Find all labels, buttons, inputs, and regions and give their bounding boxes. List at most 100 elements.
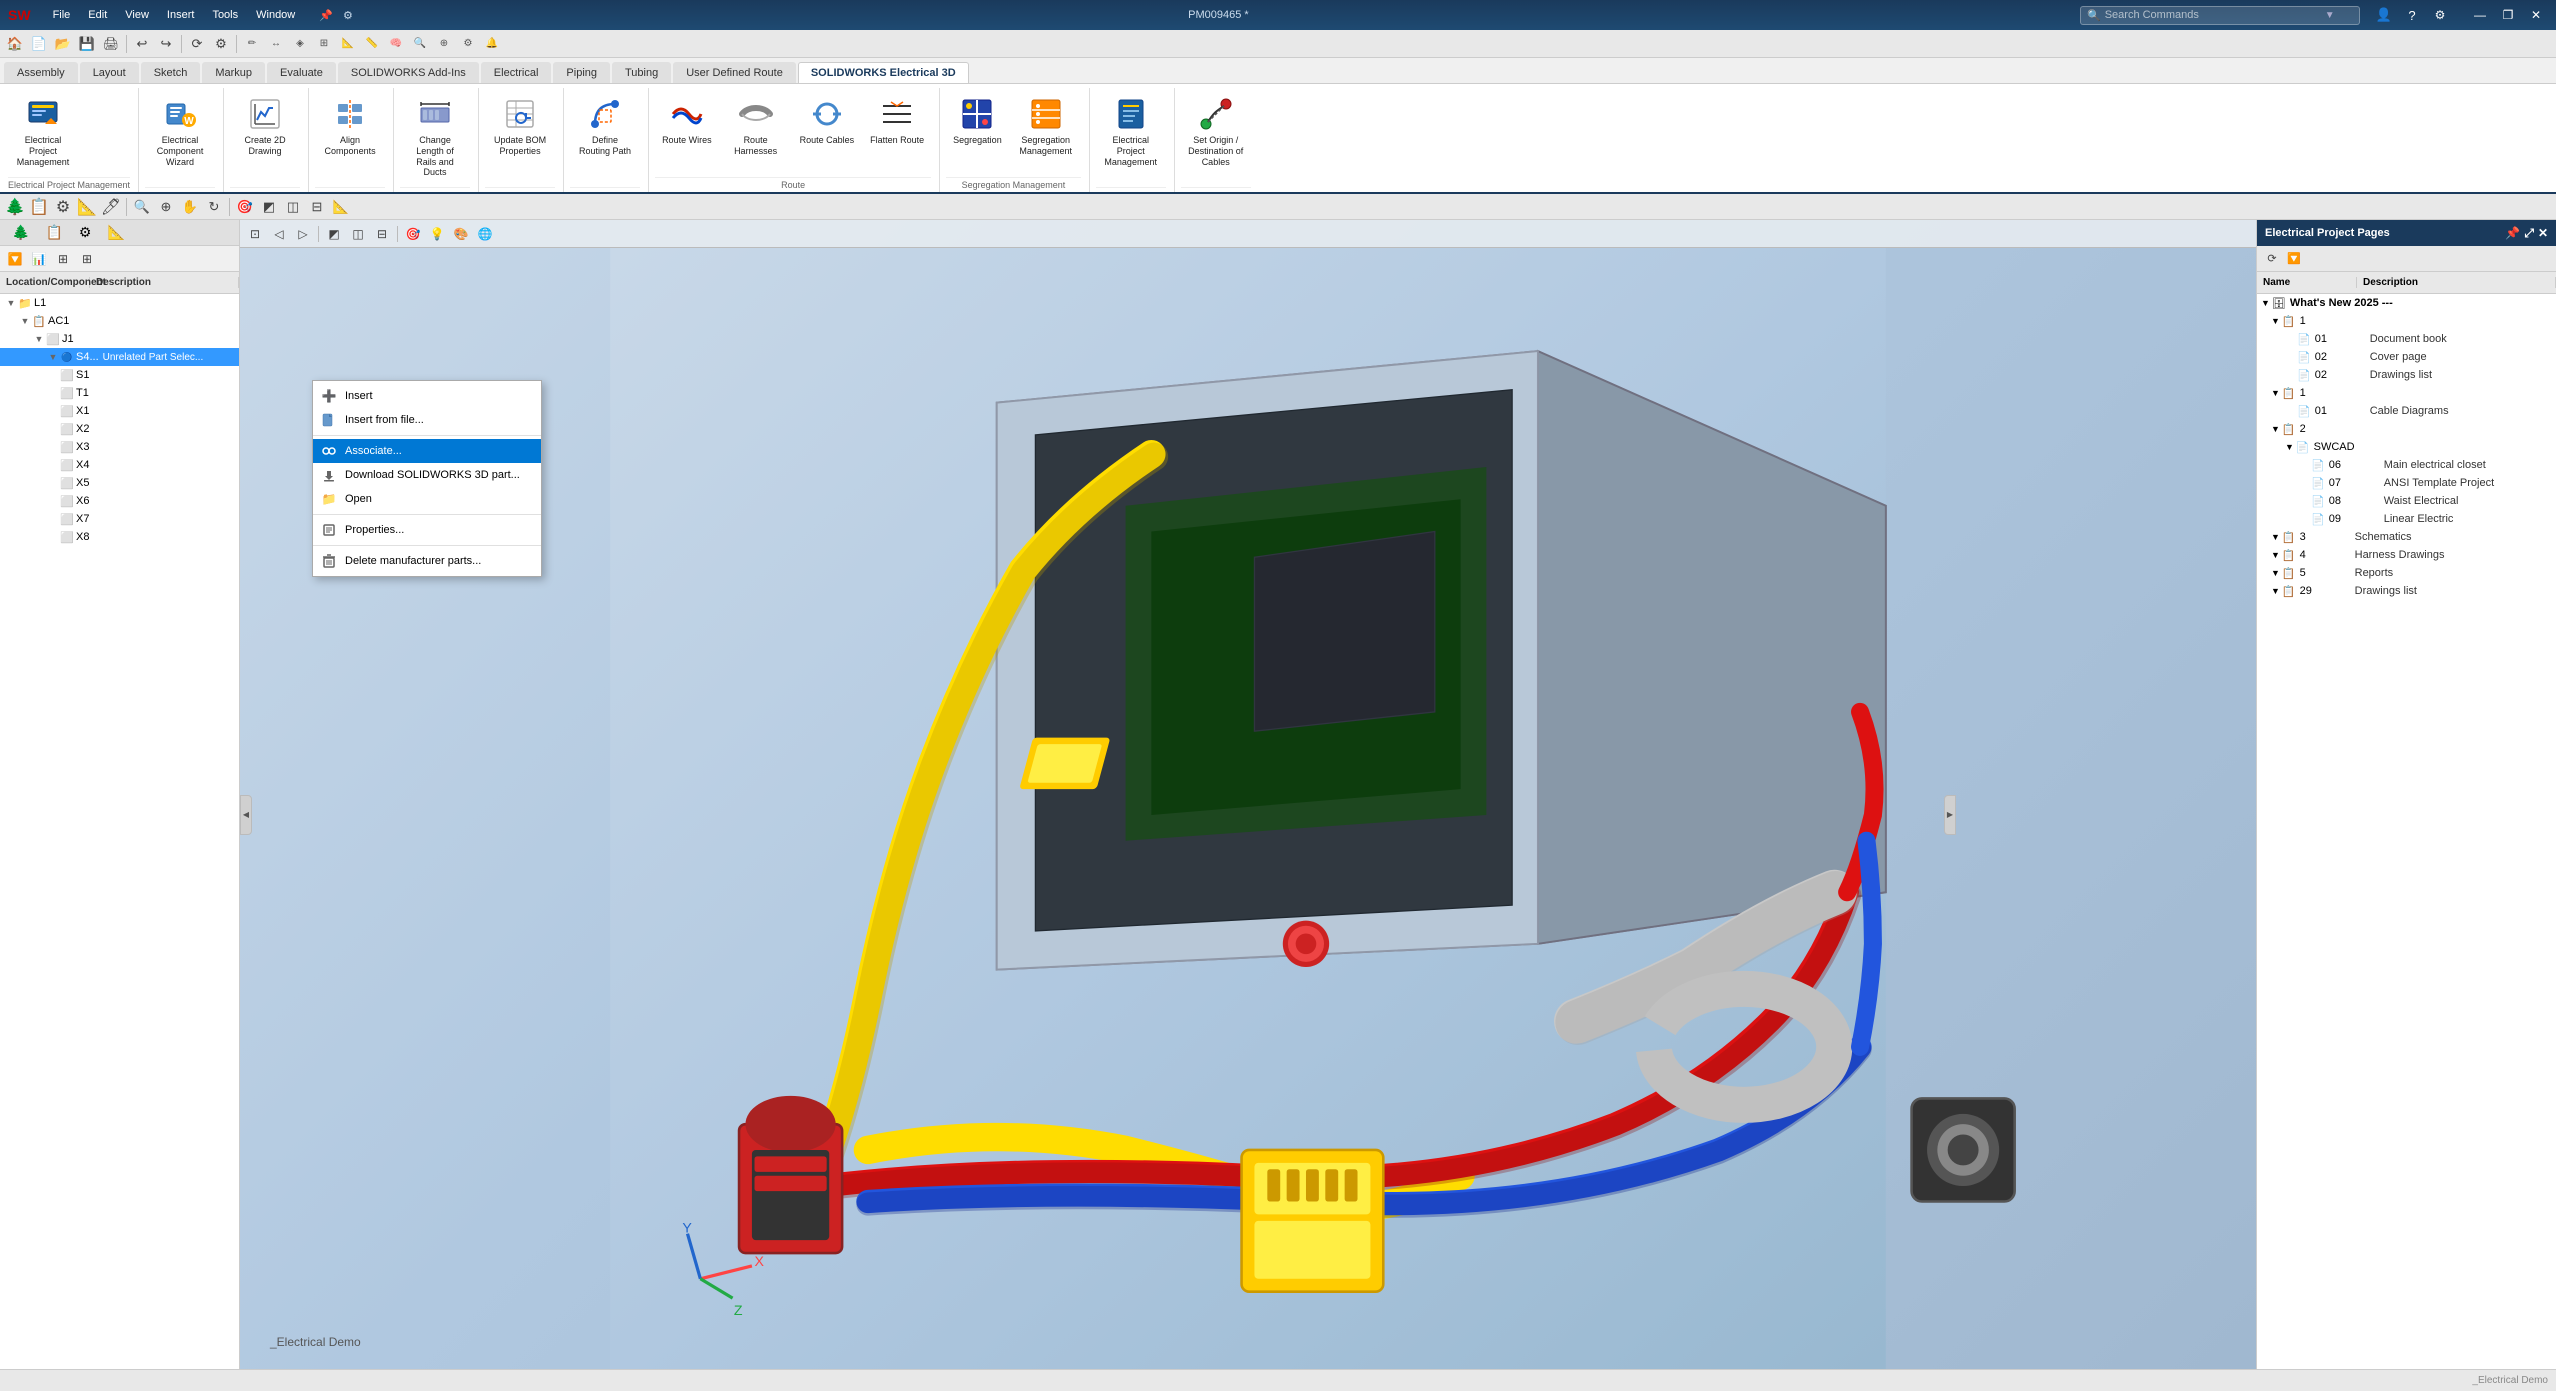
rp-item-02b[interactable]: 📄 02 Drawings list <box>2257 366 2556 384</box>
tab-assembly[interactable]: Assembly <box>4 62 78 83</box>
view-type-icon[interactable]: ⊞ <box>52 248 74 270</box>
define-routing-path-button[interactable]: Define Routing Path <box>570 92 640 161</box>
rebuild-button[interactable]: ⟳ <box>186 33 208 55</box>
search-box[interactable]: 🔍 ▼ <box>2080 6 2360 25</box>
tree-item-x5[interactable]: ⬜ X5 <box>0 474 239 492</box>
right-panel-expand-icon[interactable]: ⤢ <box>2524 226 2534 241</box>
view-sketch-icon[interactable]: 📐 <box>330 196 352 218</box>
print-button[interactable]: 🖨 <box>100 33 122 55</box>
vp-appearances[interactable]: 🎨 <box>450 223 472 245</box>
electrical-project-management-button[interactable]: Electrical Project Management <box>8 92 78 171</box>
menu-file[interactable]: File <box>45 6 79 24</box>
rp-item-09[interactable]: 📄 09 Linear Electric <box>2257 510 2556 528</box>
vp-shade[interactable]: ◩ <box>323 223 345 245</box>
expand-all-icon[interactable]: ⊞ <box>76 248 98 270</box>
collapse-right-panel-button[interactable]: ▶ <box>1944 795 1956 835</box>
rp-expand-root[interactable]: ▼ <box>2261 298 2270 308</box>
rp-item-01b[interactable]: 📄 01 Cable Diagrams <box>2257 402 2556 420</box>
right-panel-pin-icon[interactable]: 📌 <box>2505 226 2520 240</box>
home-button[interactable]: 🏠 <box>4 33 26 55</box>
rp-item-5[interactable]: ▼ 📋 5 Reports <box>2257 564 2556 582</box>
rp-expand-1a[interactable]: ▼ <box>2271 316 2280 326</box>
tree-item-x2[interactable]: ⬜ X2 <box>0 420 239 438</box>
measure-icon[interactable]: 📏 <box>361 33 383 55</box>
settings-icon[interactable]: ⚙ <box>339 7 357 24</box>
property-tab[interactable]: 📋 <box>39 222 68 243</box>
tab-evaluate[interactable]: Evaluate <box>267 62 336 83</box>
feature-manager-icon[interactable]: 🌲 <box>4 196 26 218</box>
rp-expand-2[interactable]: ▼ <box>2271 424 2280 434</box>
feature-icon[interactable]: ◈ <box>289 33 311 55</box>
vp-scene[interactable]: 🌐 <box>474 223 496 245</box>
tab-user-defined[interactable]: User Defined Route <box>673 62 796 83</box>
expand-l1[interactable]: ▼ <box>4 296 18 310</box>
dim-expert-tab[interactable]: 📐 <box>101 222 130 243</box>
expand-s4[interactable]: ▼ <box>46 350 60 364</box>
rp-refresh-icon[interactable]: ⟳ <box>2261 248 2283 270</box>
markup-view-icon[interactable]: 🖊 <box>100 196 122 218</box>
tree-item-l1[interactable]: ▼ 📁 L1 <box>0 294 239 312</box>
zoom-area-icon[interactable]: ⊕ <box>155 196 177 218</box>
undo-button[interactable]: ↩ <box>131 33 153 55</box>
vp-wire[interactable]: ◫ <box>347 223 369 245</box>
rp-item-1a[interactable]: ▼ 📋 1 <box>2257 312 2556 330</box>
tab-sketch[interactable]: Sketch <box>141 62 201 83</box>
tree-content[interactable]: ▼ 📁 L1 ▼ 📋 AC1 ▼ ⬜ J1 ▼ 🔵 S4 <box>0 294 239 1369</box>
property-manager-icon[interactable]: 📋 <box>28 196 50 218</box>
help-icon[interactable]: ? <box>2400 5 2424 25</box>
gear-qa-icon[interactable]: ⚙ <box>457 33 479 55</box>
options-icon[interactable]: ⚙ <box>2428 5 2452 25</box>
set-origin-destination-button[interactable]: Set Origin / Destination of Cables <box>1181 92 1251 171</box>
vp-section[interactable]: ⊟ <box>371 223 393 245</box>
menu-window[interactable]: Window <box>248 6 303 24</box>
search-input[interactable] <box>2105 9 2325 21</box>
rp-item-06[interactable]: 📄 06 Main electrical closet <box>2257 456 2556 474</box>
tree-item-x6[interactable]: ⬜ X6 <box>0 492 239 510</box>
rp-item-swcad[interactable]: ▼ 📄 SWCAD <box>2257 438 2556 456</box>
rp-item-1b[interactable]: ▼ 📋 1 <box>2257 384 2556 402</box>
new-button[interactable]: 📄 <box>28 33 50 55</box>
route-cables-button[interactable]: Route Cables <box>793 92 862 150</box>
vp-previous-view[interactable]: ◁ <box>268 223 290 245</box>
align-components-button[interactable]: Align Components <box>315 92 385 161</box>
ctx-download[interactable]: Download SOLIDWORKS 3D part... <box>313 463 541 487</box>
rp-expand-29[interactable]: ▼ <box>2271 586 2280 596</box>
rp-filter-icon[interactable]: 🔽 <box>2283 248 2305 270</box>
feature-tree-tab[interactable]: 🌲 <box>6 222 35 243</box>
config-manager-icon[interactable]: ⚙ <box>52 196 74 218</box>
ctx-delete[interactable]: Delete manufacturer parts... <box>313 549 541 573</box>
redo-button[interactable]: ↪ <box>155 33 177 55</box>
rp-expand-swcad[interactable]: ▼ <box>2285 442 2294 452</box>
rp-item-01a[interactable]: 📄 01 Document book <box>2257 330 2556 348</box>
vp-lights[interactable]: 💡 <box>426 223 448 245</box>
smart-icon[interactable]: 🧠 <box>385 33 407 55</box>
user-icon[interactable]: 👤 <box>2372 5 2396 25</box>
rp-item-root[interactable]: ▼ 🗄 What's New 2025 --- <box>2257 294 2556 312</box>
rp-expand-5[interactable]: ▼ <box>2271 568 2280 578</box>
zoom-to-fit-icon[interactable]: 🔍 <box>131 196 153 218</box>
view-orient-icon[interactable]: 🎯 <box>234 196 256 218</box>
config-tab[interactable]: ⚙ <box>73 222 98 243</box>
collapse-panel-button[interactable]: ◀ <box>240 795 252 835</box>
pan-icon[interactable]: ✋ <box>179 196 201 218</box>
section-view-icon[interactable]: ⊟ <box>306 196 328 218</box>
save-button[interactable]: 💾 <box>76 33 98 55</box>
rotate-icon[interactable]: ↻ <box>203 196 225 218</box>
bell-icon[interactable]: 🔔 <box>481 33 503 55</box>
tree-item-x7[interactable]: ⬜ X7 <box>0 510 239 528</box>
rp-item-4[interactable]: ▼ 📋 4 Harness Drawings <box>2257 546 2556 564</box>
rp-item-2[interactable]: ▼ 📋 2 <box>2257 420 2556 438</box>
dimension-icon[interactable]: ↔ <box>265 33 287 55</box>
tree-item-ac1[interactable]: ▼ 📋 AC1 <box>0 312 239 330</box>
magnify-icon[interactable]: 🔍 <box>409 33 431 55</box>
filter-icon[interactable]: 🔽 <box>4 248 26 270</box>
minimize-button[interactable]: — <box>2468 5 2492 25</box>
segregation-management-button[interactable]: Segregation Management <box>1011 92 1081 161</box>
ctx-associate[interactable]: Associate... <box>313 439 541 463</box>
rp-item-02a[interactable]: 📄 02 Cover page <box>2257 348 2556 366</box>
vp-orient[interactable]: 🎯 <box>402 223 424 245</box>
rp-item-07[interactable]: 📄 07 ANSI Template Project <box>2257 474 2556 492</box>
close-button[interactable]: ✕ <box>2524 5 2548 25</box>
display-style-icon[interactable]: ◩ <box>258 196 280 218</box>
menu-insert[interactable]: Insert <box>159 6 203 24</box>
